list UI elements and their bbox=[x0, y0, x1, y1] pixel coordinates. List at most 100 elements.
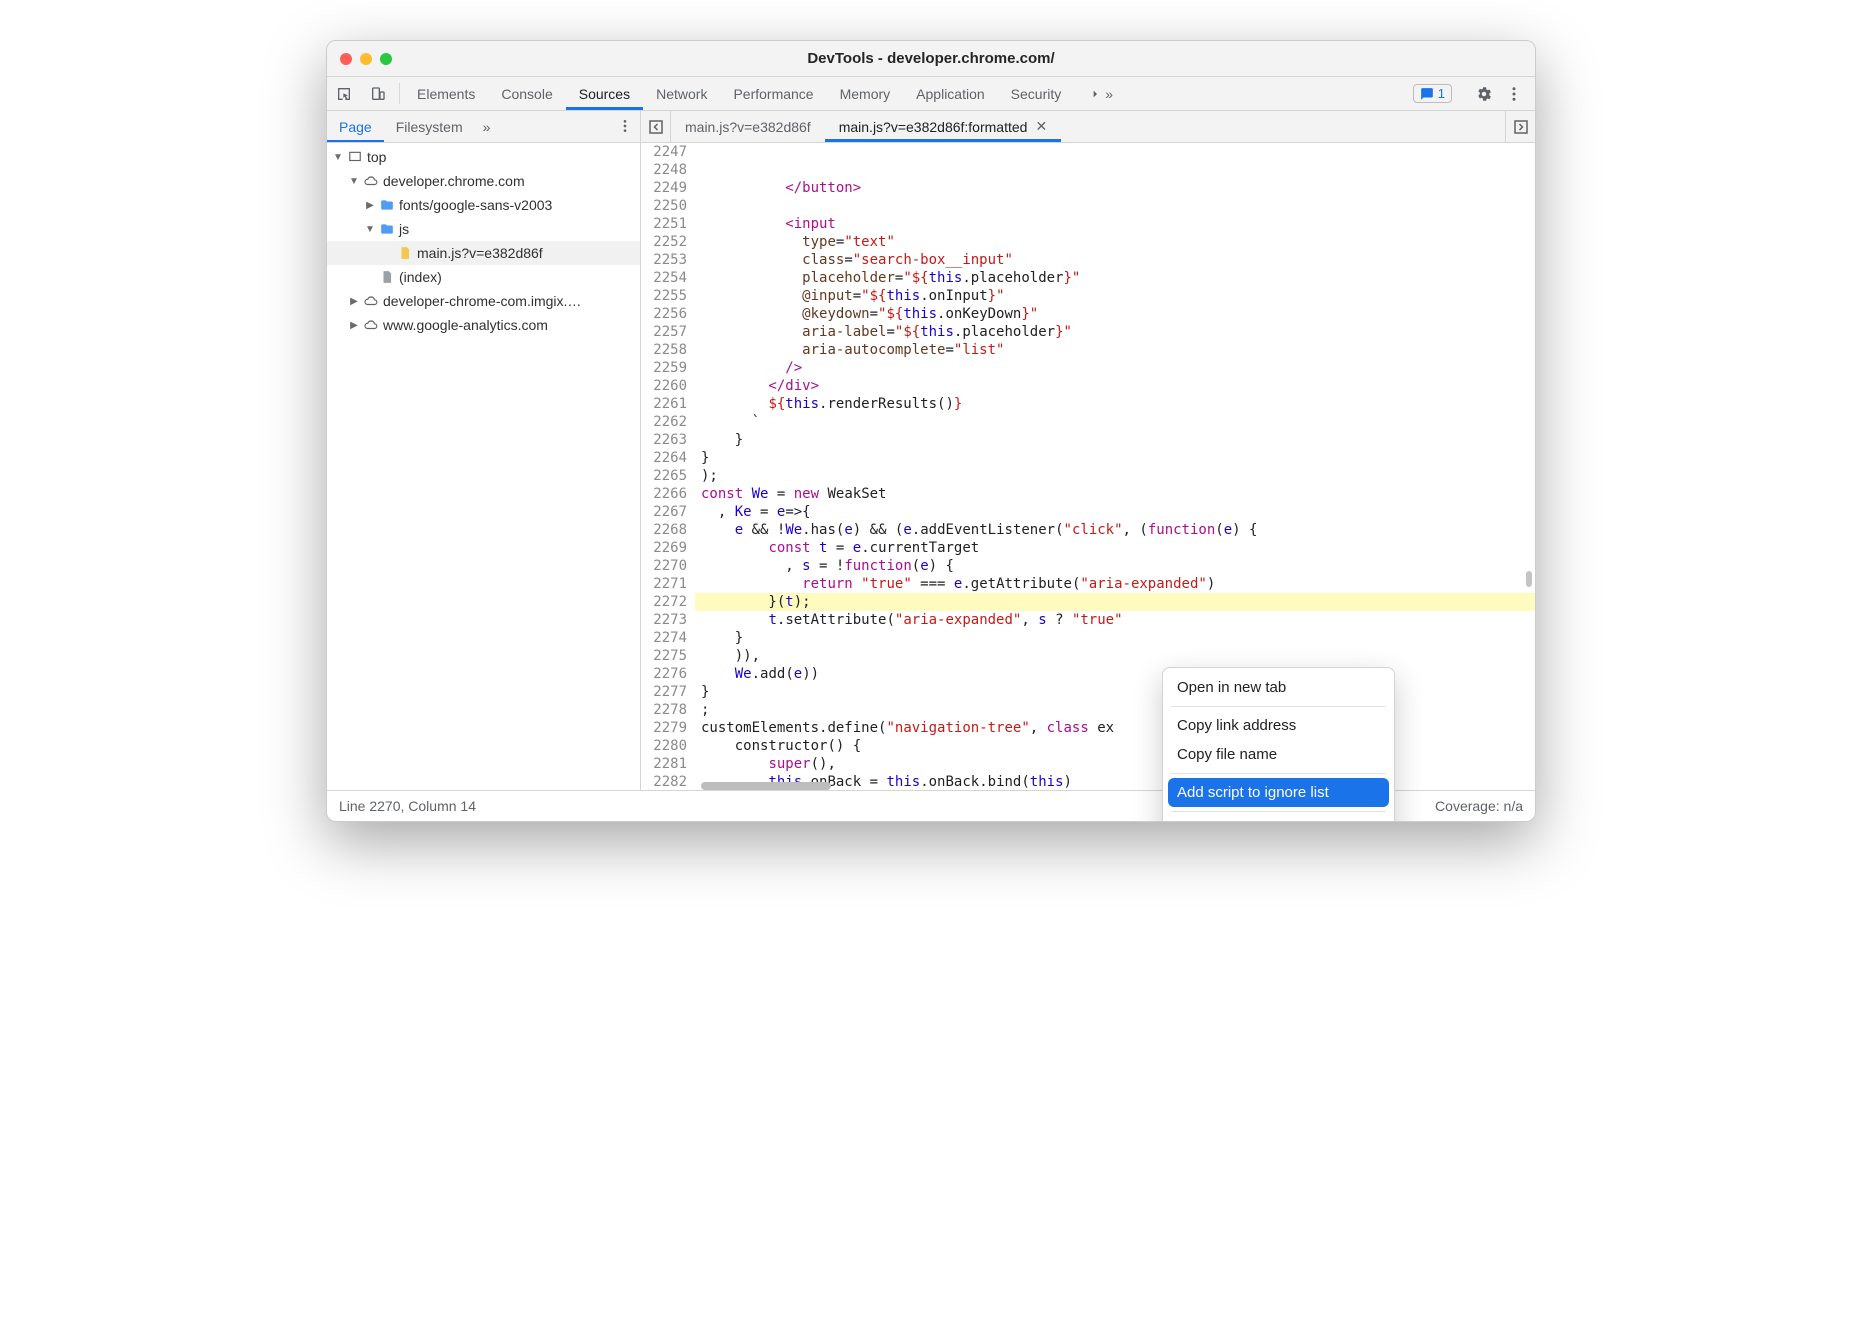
main-toolbar: ElementsConsoleSourcesNetworkPerformance… bbox=[327, 77, 1535, 111]
file-tab[interactable]: main.js?v=e382d86f bbox=[671, 111, 825, 142]
code-content[interactable]: </button> <input type="text" class="sear… bbox=[695, 143, 1535, 790]
nav-tab-more[interactable]: » bbox=[475, 111, 499, 142]
code-line[interactable]: customElements.define("navigation-tree",… bbox=[695, 719, 1535, 737]
code-line[interactable]: placeholder="${this.placeholder}" bbox=[695, 269, 1535, 287]
tree-folder[interactable]: ▶ fonts/google-sans-v2003 bbox=[327, 193, 640, 217]
nav-tab-page[interactable]: Page bbox=[327, 111, 384, 142]
navigator-sidebar: Page Filesystem » ▼ top ▼ developer.chro… bbox=[327, 111, 641, 790]
tab-security[interactable]: Security bbox=[998, 77, 1075, 110]
horizontal-scrollbar[interactable] bbox=[701, 782, 831, 790]
code-line[interactable]: const We = new WeakSet bbox=[695, 485, 1535, 503]
tree-file[interactable]: (index) bbox=[327, 265, 640, 289]
tree-file[interactable]: main.js?v=e382d86f bbox=[327, 241, 640, 265]
ctx-add-ignore-list[interactable]: Add script to ignore list bbox=[1168, 778, 1389, 807]
code-line[interactable]: class="search-box__input" bbox=[695, 251, 1535, 269]
messages-badge[interactable]: 1 bbox=[1413, 84, 1452, 103]
ctx-open-new-tab[interactable]: Open in new tab bbox=[1163, 673, 1394, 702]
navigator-tabs: Page Filesystem » bbox=[327, 111, 640, 143]
code-line[interactable]: <input bbox=[695, 215, 1535, 233]
tree-label: fonts/google-sans-v2003 bbox=[399, 197, 552, 213]
code-editor[interactable]: 2247224822492250225122522253225422552256… bbox=[641, 143, 1535, 790]
separator bbox=[1171, 773, 1386, 774]
code-line[interactable]: e && !We.has(e) && (e.addEventListener("… bbox=[695, 521, 1535, 539]
tab-performance[interactable]: Performance bbox=[720, 77, 826, 110]
code-line[interactable]: , s = !function(e) { bbox=[695, 557, 1535, 575]
toolbar-right: 1 bbox=[1404, 77, 1535, 110]
code-line[interactable]: ` bbox=[695, 413, 1535, 431]
code-line[interactable]: )), bbox=[695, 647, 1535, 665]
toggle-debugger-icon[interactable] bbox=[1505, 111, 1535, 142]
code-line[interactable]: type="text" bbox=[695, 233, 1535, 251]
device-toolbar-icon[interactable] bbox=[361, 77, 395, 110]
cloud-icon bbox=[363, 173, 379, 189]
tree-domain[interactable]: ▼ developer.chrome.com bbox=[327, 169, 640, 193]
code-line[interactable]: super(), bbox=[695, 755, 1535, 773]
maximize-window-button[interactable] bbox=[380, 53, 392, 65]
code-line[interactable]: }(t); bbox=[695, 593, 1535, 611]
code-line[interactable]: ); bbox=[695, 467, 1535, 485]
ctx-copy-link[interactable]: Copy link address bbox=[1163, 711, 1394, 740]
window-title: DevTools - developer.chrome.com/ bbox=[327, 50, 1535, 67]
minimize-window-button[interactable] bbox=[360, 53, 372, 65]
js-file-icon bbox=[397, 245, 413, 261]
code-line[interactable]: t.setAttribute("aria-expanded", s ? "tru… bbox=[695, 611, 1535, 629]
kebab-menu-icon[interactable] bbox=[1499, 79, 1529, 109]
code-line[interactable]: } bbox=[695, 449, 1535, 467]
code-line[interactable]: return "true" === e.getAttribute("aria-e… bbox=[695, 575, 1535, 593]
tree-domain[interactable]: ▶ www.google-analytics.com bbox=[327, 313, 640, 337]
tab-application[interactable]: Application bbox=[903, 77, 998, 110]
file-tab-label: main.js?v=e382d86f bbox=[685, 119, 811, 135]
settings-icon[interactable] bbox=[1469, 79, 1499, 109]
code-line[interactable]: @input="${this.onInput}" bbox=[695, 287, 1535, 305]
close-window-button[interactable] bbox=[340, 53, 352, 65]
tab-network[interactable]: Network bbox=[643, 77, 720, 110]
code-line[interactable]: ${this.renderResults()} bbox=[695, 395, 1535, 413]
navigator-kebab-icon[interactable] bbox=[610, 111, 640, 141]
ctx-copy-filename[interactable]: Copy file name bbox=[1163, 740, 1394, 769]
code-line[interactable]: /> bbox=[695, 359, 1535, 377]
code-line[interactable]: } bbox=[695, 629, 1535, 647]
code-line[interactable]: aria-autocomplete="list" bbox=[695, 341, 1535, 359]
code-line[interactable]: @keydown="${this.onKeyDown}" bbox=[695, 305, 1535, 323]
cloud-icon bbox=[363, 293, 379, 309]
tree-domain[interactable]: ▶ developer-chrome-com.imgix.net bbox=[327, 289, 640, 313]
code-line[interactable]: } bbox=[695, 683, 1535, 701]
traffic-lights bbox=[340, 53, 392, 65]
coverage-status: Coverage: n/a bbox=[1435, 798, 1523, 814]
tree-top[interactable]: ▼ top bbox=[327, 145, 640, 169]
devtools-window: DevTools - developer.chrome.com/ Element… bbox=[326, 40, 1536, 822]
file-tab-back-icon[interactable] bbox=[641, 111, 671, 142]
code-line[interactable] bbox=[695, 197, 1535, 215]
code-line[interactable]: ; bbox=[695, 701, 1535, 719]
tab-sources[interactable]: Sources bbox=[566, 77, 643, 110]
code-line[interactable]: const t = e.currentTarget bbox=[695, 539, 1535, 557]
tab-console[interactable]: Console bbox=[488, 77, 565, 110]
file-icon bbox=[379, 269, 395, 285]
editor-pane: main.js?v=e382d86f main.js?v=e382d86f:fo… bbox=[641, 111, 1535, 790]
cloud-icon bbox=[363, 317, 379, 333]
close-tab-icon[interactable]: ✕ bbox=[1035, 118, 1047, 135]
tree-folder[interactable]: ▼ js bbox=[327, 217, 640, 241]
tree-label: top bbox=[367, 149, 386, 165]
frame-icon bbox=[347, 149, 363, 165]
code-line[interactable]: We.add(e)) bbox=[695, 665, 1535, 683]
nav-tab-filesystem[interactable]: Filesystem bbox=[384, 111, 475, 142]
more-tabs-button[interactable]: » bbox=[1074, 77, 1126, 110]
code-line[interactable]: </button> bbox=[695, 179, 1535, 197]
code-line[interactable]: , Ke = e=>{ bbox=[695, 503, 1535, 521]
tree-label: (index) bbox=[399, 269, 442, 285]
separator bbox=[1171, 811, 1386, 812]
inspect-icon[interactable] bbox=[327, 77, 361, 110]
file-tab-active[interactable]: main.js?v=e382d86f:formatted ✕ bbox=[825, 111, 1061, 142]
file-tree[interactable]: ▼ top ▼ developer.chrome.com ▶ fonts/goo… bbox=[327, 143, 640, 790]
separator bbox=[399, 83, 400, 104]
vertical-scrollbar[interactable] bbox=[1526, 571, 1532, 587]
ctx-save-as[interactable]: Save as... bbox=[1163, 816, 1394, 822]
tab-memory[interactable]: Memory bbox=[827, 77, 904, 110]
code-line[interactable]: constructor() { bbox=[695, 737, 1535, 755]
code-line[interactable]: </div> bbox=[695, 377, 1535, 395]
tree-label: main.js?v=e382d86f bbox=[417, 245, 543, 261]
code-line[interactable]: } bbox=[695, 431, 1535, 449]
code-line[interactable]: aria-label="${this.placeholder}" bbox=[695, 323, 1535, 341]
tab-elements[interactable]: Elements bbox=[404, 77, 488, 110]
